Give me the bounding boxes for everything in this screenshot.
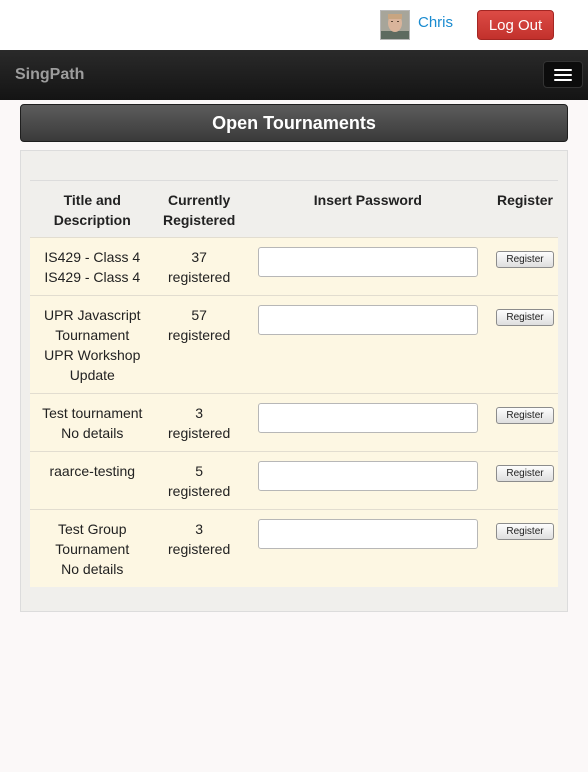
user-avatar[interactable] [380,10,410,40]
header-title-line: Title and [63,192,121,208]
register-cell: Register [491,509,558,587]
header-title: Title and Description [30,180,155,238]
tournament-title: raarce-testing [30,451,155,510]
navbar: SingPath [0,50,588,100]
register-button[interactable]: Register [495,465,554,482]
header-password: Insert Password [243,180,492,238]
registered-count: 3 registered [154,509,244,587]
count-label: registered [168,483,231,499]
count-label: registered [168,269,231,285]
table-row: raarce-testing 5 registered Register [30,451,558,510]
hamburger-bar [554,74,572,76]
count-value: 3 [195,405,204,421]
register-button[interactable]: Register [495,309,554,326]
title-line: Test tournament [42,405,143,421]
count-label: registered [168,327,231,343]
register-cell: Register [491,295,558,394]
title-line: raarce-testing [49,463,136,479]
title-line: No details [61,561,124,577]
tournaments-table: Title and Description Currently Register… [30,180,558,587]
count-value: 5 [195,463,204,479]
title-line: UPR Javascript [44,307,141,323]
count-value: 37 [191,249,207,265]
table-row: Test Group Tournament No details 3 regis… [30,509,558,587]
password-input[interactable] [257,403,478,433]
count-label: registered [168,425,231,441]
tournament-title: Test tournament No details [30,393,155,452]
registered-count: 3 registered [154,393,244,452]
title-line: IS429 - Class 4 [44,269,141,285]
register-button[interactable]: Register [495,523,554,540]
title-line: No details [61,425,124,441]
password-cell [243,237,492,296]
register-cell: Register [491,393,558,452]
hamburger-bar [554,79,572,81]
tournament-title: Test Group Tournament No details [30,509,155,587]
header-registered-line: Registered [162,212,236,228]
registered-count: 37 registered [154,237,244,296]
count-value: 57 [191,307,207,323]
password-cell [243,295,492,394]
brand-logo[interactable]: SingPath [15,66,84,84]
count-value: 3 [195,521,204,537]
page-title: Open Tournaments [20,104,568,142]
table-header-row: Title and Description Currently Register… [30,180,558,238]
table-row: IS429 - Class 4 IS429 - Class 4 37 regis… [30,237,558,296]
menu-toggle-button[interactable] [543,61,583,88]
registered-count: 5 registered [154,451,244,510]
header-registered-line: Currently [168,192,231,208]
register-cell: Register [491,237,558,296]
title-line: Test Group [58,521,127,537]
table-row: Test tournament No details 3 registered … [30,393,558,452]
header-register: Register [491,180,558,238]
password-cell [243,509,492,587]
hamburger-menu-icon [554,69,572,71]
avatar-photo-icon [381,11,409,39]
header-registered: Currently Registered [154,180,244,238]
title-line: IS429 - Class 4 [44,249,141,265]
password-cell [243,393,492,452]
password-input[interactable] [257,247,478,277]
register-cell: Register [491,451,558,510]
user-bar: Chris Log Out [0,0,588,50]
table-row: UPR Javascript Tournament UPR Workshop U… [30,295,558,394]
register-button[interactable]: Register [495,407,554,424]
title-line: Update [69,367,115,383]
register-button[interactable]: Register [495,251,554,268]
logout-button[interactable]: Log Out [477,10,554,40]
password-cell [243,451,492,510]
count-label: registered [168,541,231,557]
registered-count: 57 registered [154,295,244,394]
title-line: Tournament [55,541,130,557]
password-input[interactable] [257,305,478,335]
title-line: UPR Workshop [44,347,141,363]
password-input[interactable] [257,461,478,491]
tournament-title: IS429 - Class 4 IS429 - Class 4 [30,237,155,296]
password-input[interactable] [257,519,478,549]
tournament-title: UPR Javascript Tournament UPR Workshop U… [30,295,155,394]
username-link[interactable]: Chris [418,14,453,31]
title-line: Tournament [55,327,130,343]
header-title-line: Description [53,212,131,228]
